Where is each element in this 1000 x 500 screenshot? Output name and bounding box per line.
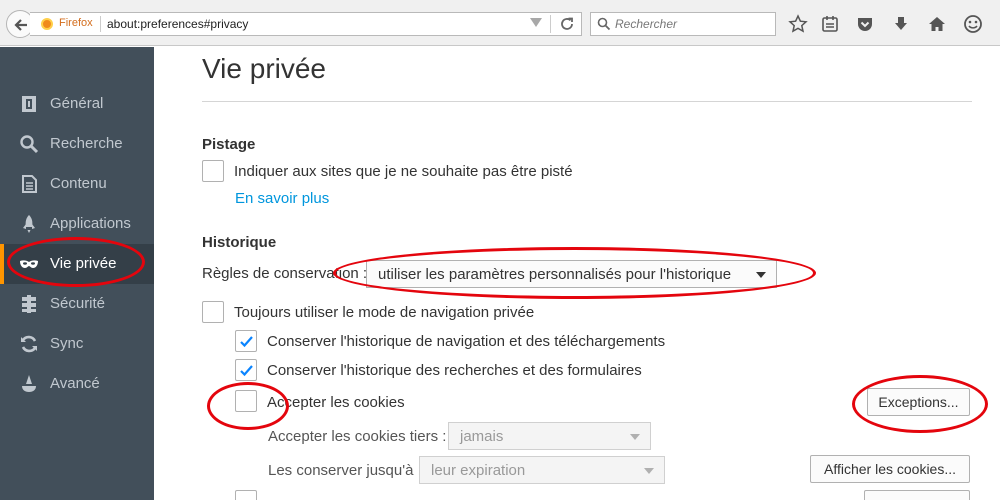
third-party-cookies-dropdown[interactable]: jamais [448, 422, 651, 450]
preferences-sidebar: Général Recherche Contenu Applications V… [0, 47, 154, 500]
sidebar-item-applications[interactable]: Applications [0, 204, 154, 244]
sidebar-item-search[interactable]: Recherche [0, 124, 154, 164]
sidebar-item-label: Avancé [50, 375, 100, 392]
applications-icon [23, 215, 35, 233]
sidebar-item-label: Contenu [50, 175, 107, 192]
sidebar-item-label: Applications [50, 215, 131, 232]
history-dropdown-icon[interactable] [530, 18, 542, 27]
sidebar-item-label: Sécurité [50, 295, 106, 312]
reload-icon[interactable] [559, 16, 575, 32]
sidebar-item-content[interactable]: Contenu [0, 164, 154, 204]
dropdown-arrow-icon [630, 434, 640, 440]
title-divider [202, 101, 972, 102]
sync-icon [21, 335, 37, 353]
history-rules-dropdown[interactable]: utiliser les paramètres personnalisés po… [366, 260, 777, 288]
sidebar-item-sync[interactable]: Sync [0, 324, 154, 364]
settings-button[interactable] [864, 490, 970, 500]
content-icon [22, 175, 37, 193]
keep-search-history-label[interactable]: Conserver l'historique des recherches et… [267, 362, 642, 379]
exceptions-button[interactable]: Exceptions... [867, 388, 970, 416]
dropdown-arrow-icon [756, 272, 766, 278]
keep-until-label: Les conserver jusqu'à : [268, 462, 422, 479]
do-not-track-label[interactable]: Indiquer aux sites que je ne souhaite pa… [234, 163, 573, 180]
checkmark-icon [240, 365, 253, 377]
history-rules-label: Règles de conservation : [202, 265, 368, 282]
do-not-track-checkbox[interactable] [202, 160, 224, 182]
sidebar-item-general[interactable]: Général [0, 84, 154, 124]
url-bar[interactable]: Firefox about:preferences#privacy [30, 12, 582, 36]
accept-cookies-label[interactable]: Accepter les cookies [267, 394, 405, 411]
reading-list-icon[interactable] [820, 14, 840, 34]
always-private-checkbox[interactable] [202, 301, 224, 323]
firefox-logo-icon [41, 18, 53, 30]
sidebar-item-label: Recherche [50, 135, 123, 152]
clear-history-checkbox[interactable] [235, 490, 257, 500]
keep-history-label[interactable]: Conserver l'historique de navigation et … [267, 333, 665, 350]
download-icon[interactable] [891, 14, 911, 34]
history-rules-value: utiliser les paramètres personnalisés po… [378, 266, 732, 283]
sidebar-item-advanced[interactable]: Avancé [0, 364, 154, 404]
always-private-label[interactable]: Toujours utiliser le mode de navigation … [234, 304, 534, 321]
sidebar-item-security[interactable]: Sécurité [0, 284, 154, 324]
url-separator [100, 16, 101, 32]
sidebar-item-label: Vie privée [50, 255, 117, 272]
keep-search-history-checkbox[interactable] [235, 359, 257, 381]
privacy-mask-icon [20, 260, 38, 268]
search-bar[interactable]: Rechercher [590, 12, 776, 36]
search-icon [597, 17, 611, 31]
third-party-cookies-label: Accepter les cookies tiers : [268, 428, 447, 445]
bookmark-star-icon[interactable] [788, 14, 808, 34]
pocket-icon[interactable] [855, 14, 875, 34]
search-icon [20, 135, 39, 154]
dropdown-arrow-icon [644, 468, 654, 474]
hello-icon[interactable] [963, 14, 983, 34]
browser-toolbar: Firefox about:preferences#privacy Recher… [0, 0, 1000, 46]
keep-history-checkbox[interactable] [235, 330, 257, 352]
preferences-pane: Vie privée Pistage Indiquer aux sites qu… [154, 47, 1000, 500]
advanced-icon [22, 375, 36, 392]
keep-until-value: leur expiration [431, 462, 526, 479]
checkmark-icon [240, 336, 253, 348]
back-arrow-icon [14, 19, 27, 31]
url-separator-2 [550, 15, 551, 33]
home-icon[interactable] [927, 14, 947, 34]
learn-more-link[interactable]: En savoir plus [235, 190, 329, 207]
tracking-heading: Pistage [202, 136, 256, 153]
general-icon [22, 96, 36, 112]
identity-label: Firefox [59, 17, 93, 29]
third-party-cookies-value: jamais [460, 428, 504, 445]
accept-cookies-checkbox[interactable] [235, 390, 257, 412]
keep-until-dropdown[interactable]: leur expiration [419, 456, 665, 484]
sidebar-item-privacy[interactable]: Vie privée [0, 244, 154, 284]
page-title: Vie privée [202, 53, 327, 84]
url-text[interactable]: about:preferences#privacy [107, 17, 248, 31]
search-placeholder: Rechercher [615, 17, 678, 31]
sidebar-item-label: Général [50, 95, 104, 112]
sidebar-item-label: Sync [50, 335, 84, 352]
show-cookies-button[interactable]: Afficher les cookies... [810, 455, 970, 483]
history-heading: Historique [202, 234, 277, 251]
security-icon [22, 295, 36, 313]
